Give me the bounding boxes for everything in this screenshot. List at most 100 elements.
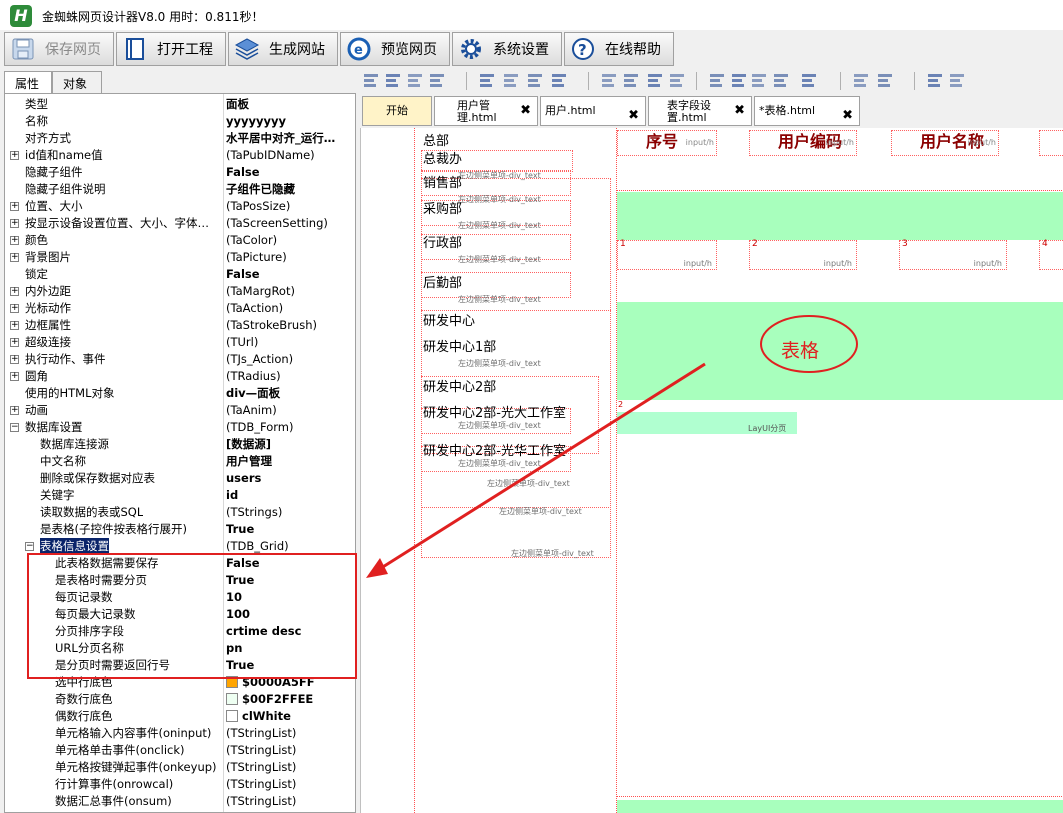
tab-start[interactable]: 开始 [362,96,432,126]
nav-item[interactable]: 总部 [423,130,449,149]
close-icon[interactable]: ✖ [628,105,639,127]
save-page-button[interactable]: 保存网页 [4,32,114,66]
property-value[interactable]: (TaAnim) [226,402,354,419]
property-row[interactable]: 分页排序字段 crtime desc [5,623,355,640]
find-icon[interactable] [948,71,966,89]
property-value[interactable]: crtime desc [226,623,354,640]
property-value[interactable]: (TStringList) [226,742,354,759]
tab-user-management[interactable]: 用户管理.html ✖ [434,96,538,126]
nav-item[interactable]: 销售部 [423,172,462,191]
property-row[interactable]: + 内外边距 (TaMargRot) [5,283,355,300]
spellcheck-icon[interactable] [926,71,944,89]
property-value[interactable]: (TStringList) [226,776,354,793]
expand-icon[interactable]: + [10,355,19,364]
expand-icon[interactable]: + [10,406,19,415]
nav-item[interactable]: 后勤部 [423,272,462,291]
property-row[interactable]: + 位置、大小 (TaPosSize) [5,198,355,215]
expand-icon[interactable]: + [10,321,19,330]
property-row[interactable]: + id值和name值 (TaPubIDName) [5,147,355,164]
property-row[interactable]: + 光标动作 (TaAction) [5,300,355,317]
property-value[interactable]: False [226,164,354,181]
column-divider[interactable] [223,94,224,812]
table-header-cell[interactable]: 用户编码 input/h [749,130,857,156]
property-value[interactable]: (TStringList) [226,725,354,742]
center-v-icon[interactable] [800,71,818,89]
expand-icon[interactable]: + [10,151,19,160]
system-settings-button[interactable]: 系统设置 [452,32,562,66]
nav-item[interactable]: 研发中心2部 [423,376,496,395]
align-hright-icon[interactable] [550,71,568,89]
table-input-cell[interactable]: 3 input/h [899,239,1007,270]
send-back-icon[interactable] [876,71,894,89]
property-value[interactable]: True [226,521,354,538]
property-value[interactable]: clWhite [226,708,354,725]
property-value[interactable]: 100 [226,606,354,623]
property-value[interactable]: 用户管理 [226,453,354,470]
expand-icon[interactable]: + [10,202,19,211]
space-v-icon[interactable] [708,71,726,89]
property-value[interactable]: (TStrings) [226,504,354,521]
bring-front-icon[interactable] [852,71,870,89]
close-icon[interactable]: ✖ [842,105,853,127]
property-row[interactable]: 数据汇总事件(onsum) (TStringList) [5,793,355,810]
preview-page-button[interactable]: e 预览网页 [340,32,450,66]
same-size-icon[interactable] [646,71,664,89]
property-row[interactable]: 选中行底色 $0000A5FF [5,674,355,691]
property-row[interactable]: + 按显示设备设置位置、大小、字体… (TaScreenSetting) [5,215,355,232]
align-bottom-icon[interactable] [428,71,446,89]
expand-icon[interactable]: + [10,287,19,296]
property-row[interactable]: URL分页名称 pn [5,640,355,657]
property-value[interactable]: 面板 [226,96,354,113]
property-value[interactable]: (TStringList) [226,793,354,810]
property-value[interactable]: True [226,657,354,674]
align-vcenter-icon[interactable] [502,71,520,89]
property-value[interactable]: (TaPosSize) [226,198,354,215]
property-row[interactable]: 单元格按键弹起事件(onkeyup) (TStringList) [5,759,355,776]
distribute-icon[interactable] [750,71,768,89]
nav-item[interactable]: 研发中心1部 [423,336,496,355]
property-row[interactable]: + 动画 (TaAnim) [5,402,355,419]
tab-table[interactable]: *表格.html ✖ [754,96,860,126]
property-row[interactable]: 删除或保存数据对应表 users [5,470,355,487]
property-value[interactable]: (TStringList) [226,759,354,776]
space-h-icon[interactable] [668,71,686,89]
tab-user[interactable]: 用户.html ✖ [540,96,646,126]
property-row[interactable]: + 超级连接 (TUrl) [5,334,355,351]
close-icon[interactable]: ✖ [734,104,745,117]
open-project-button[interactable]: 打开工程 [116,32,226,66]
same-height-icon[interactable] [622,71,640,89]
align-right-icon[interactable] [406,71,424,89]
property-row[interactable]: 是表格(子控件按表格行展开) True [5,521,355,538]
property-row[interactable]: 是分页时需要返回行号 True [5,657,355,674]
property-value[interactable]: $00F2FFEE [226,691,354,708]
expand-icon[interactable]: + [10,338,19,347]
property-value[interactable]: (TaAction) [226,300,354,317]
table-input-cell[interactable]: 4 [1039,239,1063,270]
tab-properties[interactable]: 属性 [4,71,52,93]
align-left-icon[interactable] [362,71,380,89]
expand-icon[interactable]: + [10,253,19,262]
property-row[interactable]: + 圆角 (TRadius) [5,368,355,385]
property-row[interactable]: 中文名称 用户管理 [5,453,355,470]
space-even-icon[interactable] [730,71,748,89]
nav-item[interactable]: 总裁办 [423,148,462,167]
design-canvas[interactable]: LayUI分页 2 总部 总裁办 左边侧菜单项-div_text 销售部 左边侧菜单项-di… [360,128,1063,813]
same-width-icon[interactable] [600,71,618,89]
property-row[interactable]: − 表格信息设置 (TDB_Grid) [5,538,355,555]
expand-icon[interactable]: + [10,236,19,245]
property-value[interactable]: (TJs_Action) [226,351,354,368]
property-value[interactable]: (TaScreenSetting) [226,215,354,232]
center-h-icon[interactable] [772,71,790,89]
tab-objects[interactable]: 对象 [52,71,102,93]
property-row[interactable]: 名称 yyyyyyyy [5,113,355,130]
expand-icon[interactable]: + [10,304,19,313]
nav-item[interactable]: 采购部 [423,198,462,217]
property-row[interactable]: + 颜色 (TaColor) [5,232,355,249]
property-row[interactable]: 每页记录数 10 [5,589,355,606]
property-value[interactable]: True [226,572,354,589]
property-value[interactable]: id [226,487,354,504]
property-value[interactable]: (TRadius) [226,368,354,385]
property-row[interactable]: 每页最大记录数 100 [5,606,355,623]
expand-icon[interactable]: + [10,372,19,381]
property-value[interactable]: (TaPicture) [226,249,354,266]
